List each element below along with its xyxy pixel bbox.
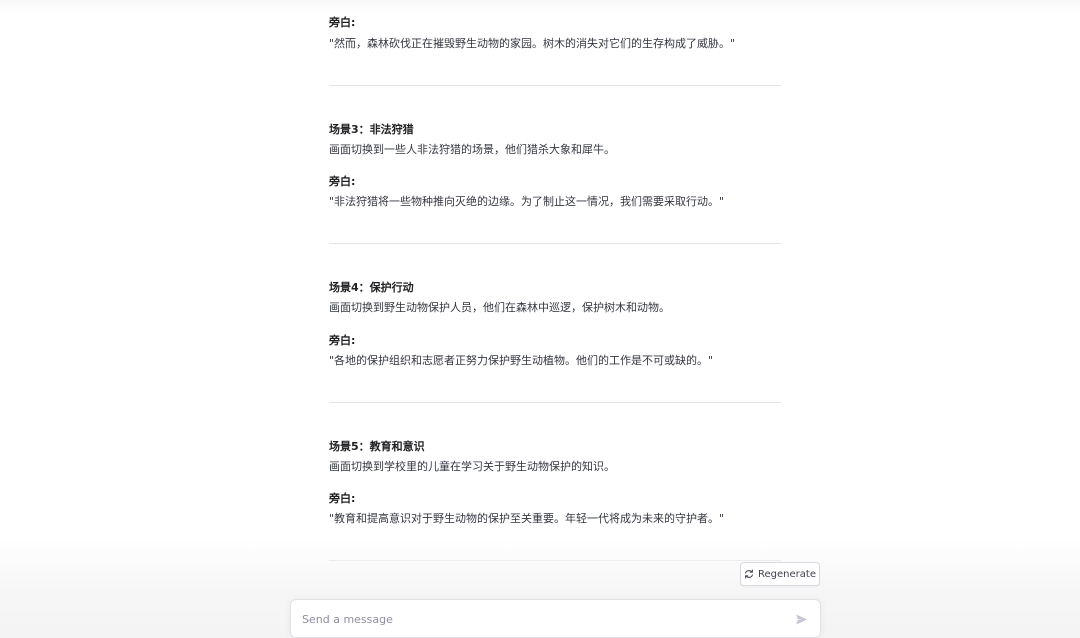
regenerate-label: Regenerate [758,568,816,580]
divider [329,402,781,403]
scene-title: 场景5：教育和意识 [329,440,425,453]
send-button[interactable] [793,611,809,627]
message-composer [290,599,821,638]
scene-title: 场景3：非法狩猎 [329,123,414,136]
message-input[interactable] [302,611,772,627]
top-fade [0,0,1080,14]
scene-title: 场景4：保护行动 [329,281,414,294]
scene-description: 画面切换到野生动物保护人员，他们在森林中巡逻，保护树木和动物。 [329,301,670,314]
narration-text: "各地的保护组织和志愿者正努力保护野生动植物。他们的工作是不可或缺的。" [329,354,714,367]
narration-text: "然而，森林砍伐正在摧毁野生动物的家园。树木的消失对它们的生存构成了威胁。" [329,37,736,50]
refresh-icon [745,569,753,579]
paper-plane-icon [795,613,807,625]
narration-text: "非法狩猎将一些物种推向灭绝的边缘。为了制止这一情况，我们需要采取行动。" [329,195,725,208]
narration-label: 旁白: [329,492,356,505]
divider [329,243,781,244]
divider [329,85,781,86]
scene-description: 画面切换到学校里的儿童在学习关于野生动物保护的知识。 [329,460,615,473]
narration-label: 旁白: [329,175,356,188]
chat-page: 旁白: "然而，森林砍伐正在摧毁野生动物的家园。树木的消失对它们的生存构成了威胁… [0,0,1080,638]
regenerate-button[interactable]: Regenerate [740,562,820,586]
narration-label: 旁白: [329,16,356,29]
narration-label: 旁白: [329,334,356,347]
narration-text: "教育和提高意识对于野生动物的保护至关重要。年轻一代将成为未来的守护者。" [329,512,725,525]
scene-description: 画面切换到一些人非法狩猎的场景，他们猎杀大象和犀牛。 [329,143,615,156]
